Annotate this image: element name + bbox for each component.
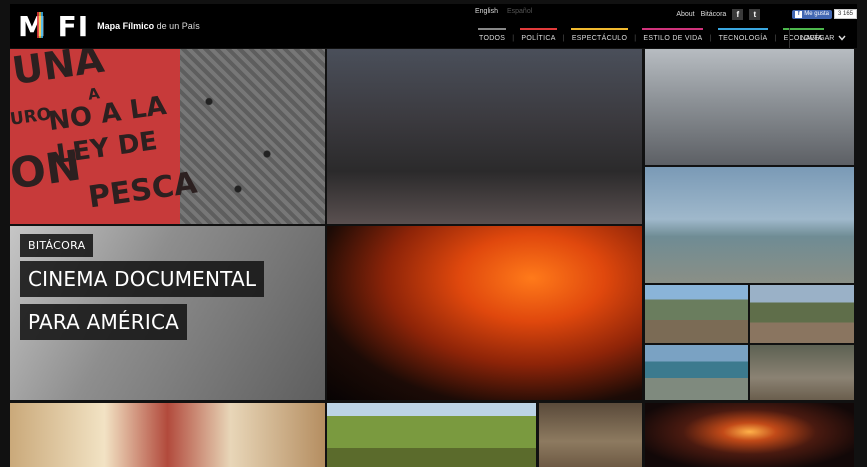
volcano-photo: [327, 226, 642, 400]
nav-item-2[interactable]: ESPECTÁCULO: [565, 28, 634, 48]
tile-grassland[interactable]: [327, 403, 536, 467]
feature-title-line1: CINEMA DOCUMENTAL: [20, 261, 265, 297]
tile-feature-bitacora[interactable]: BITÁCORA CINEMA DOCUMENTAL PARA AMÉRICA: [10, 226, 325, 400]
facebook-icon[interactable]: f: [732, 8, 744, 20]
site-logo[interactable]: M FI Mapa Fílmico de un País: [18, 10, 200, 43]
site-header: M FI Mapa Fílmico de un País English Esp…: [10, 4, 857, 48]
village-photo: [750, 285, 854, 343]
tile-protest[interactable]: UNA A NO A LA LEY DE PESCA URO ON: [10, 49, 325, 224]
banner-text-on: ON: [10, 140, 84, 199]
twitter-icon[interactable]: t: [749, 8, 761, 20]
lang-english[interactable]: English: [475, 8, 498, 15]
bitacora-link[interactable]: Bitácora: [701, 11, 727, 18]
lang-espanol[interactable]: Español: [507, 8, 532, 15]
tile-goats[interactable]: [539, 403, 642, 467]
goats-photo: [539, 403, 642, 467]
horses-photo: [750, 345, 854, 400]
tile-campfire[interactable]: [645, 403, 854, 467]
chevron-down-icon: [838, 35, 846, 41]
like-count: 3 165: [833, 9, 857, 19]
facebook-like-icon: f: [795, 10, 803, 18]
tile-theatre[interactable]: [10, 403, 325, 467]
lake-photo: [645, 345, 748, 400]
beach-photo: [645, 167, 854, 283]
nav-item-3[interactable]: ESTILO DE VIDA: [636, 28, 709, 48]
campfire-photo: [645, 403, 854, 467]
roller-hockey-photo: [645, 49, 854, 165]
theatre-photo: [10, 403, 325, 467]
tile-roller-hockey[interactable]: [645, 49, 854, 165]
banner-text-pesca: PESCA: [86, 165, 200, 216]
children-photo: [327, 49, 642, 224]
like-label: Me gusta: [804, 11, 829, 17]
nav-item-0[interactable]: TODOS: [472, 28, 512, 48]
nav-item-1[interactable]: POLÍTICA: [514, 28, 562, 48]
tile-llamas[interactable]: [645, 285, 748, 343]
tile-lake[interactable]: [645, 345, 748, 400]
tagline-bold: Mapa Fílmico: [97, 21, 155, 31]
protest-banner: UNA A NO A LA LEY DE PESCA URO ON: [10, 49, 199, 224]
like-button[interactable]: f Me gusta: [792, 9, 832, 19]
about-link[interactable]: About: [676, 11, 694, 18]
tile-horses[interactable]: [750, 345, 854, 400]
feature-category: BITÁCORA: [20, 234, 94, 257]
tile-children-playing[interactable]: [327, 49, 642, 224]
tile-beach[interactable]: [645, 167, 854, 283]
tile-village[interactable]: [750, 285, 854, 343]
tagline-rest: de un País: [154, 21, 200, 31]
facebook-like: f Me gusta 3 165: [792, 9, 857, 19]
grassland-photo: [327, 403, 536, 467]
tile-volcano[interactable]: [327, 226, 642, 400]
logo-tagline: Mapa Fílmico de un País: [97, 21, 200, 31]
header-utility: About Bitácora f t f Me gusta 3 165: [676, 4, 857, 24]
nav-item-4[interactable]: TECNOLOGÍA: [712, 28, 775, 48]
language-switcher: English Español: [475, 8, 532, 15]
navegar-menu[interactable]: NAVEGAR: [789, 28, 857, 48]
banner-text-uro: URO: [10, 104, 53, 130]
navegar-label: NAVEGAR: [800, 34, 835, 42]
logo-text: M FI: [18, 9, 90, 43]
logo-stripe: [37, 11, 43, 38]
llamas-photo: [645, 285, 748, 343]
logo-wordmark: M FI: [18, 10, 89, 43]
category-nav: TODOS | POLÍTICA | ESPECTÁCULO | ESTILO DE VID…: [472, 28, 830, 48]
feature-title-line2: PARA AMÉRICA: [20, 304, 188, 340]
